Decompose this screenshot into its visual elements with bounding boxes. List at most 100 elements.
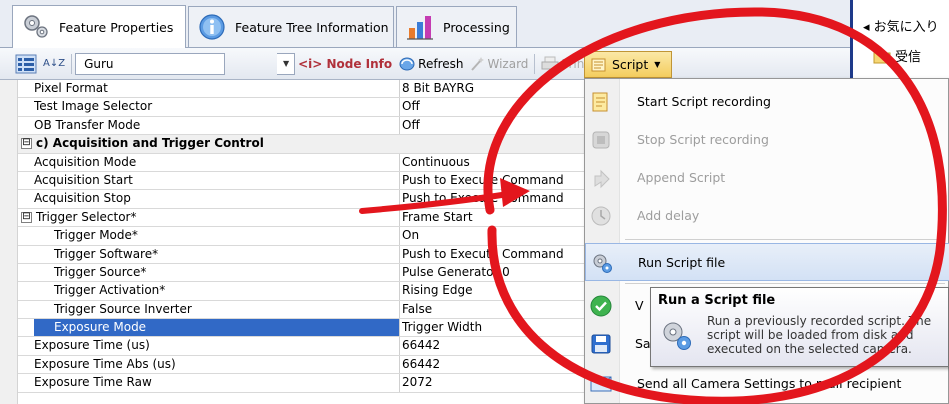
property-row[interactable]: Exposure Mode Trigger Width (18, 319, 603, 338)
property-name-text: Trigger Source Inverter (54, 301, 192, 316)
menu-item-append-script[interactable]: Append Script (585, 159, 949, 197)
tab-label: Feature Tree Information (235, 19, 389, 35)
property-name-text: Test Image Selector (34, 99, 153, 114)
clock-icon (591, 206, 611, 226)
toolbar-separator (71, 53, 73, 74)
processing-chart-icon (407, 16, 433, 40)
property-row[interactable]: Exposure Time Abs (us) 66442 (18, 355, 603, 375)
property-name-text: Acquisition Start (34, 172, 133, 187)
property-value[interactable]: Off (402, 117, 602, 134)
favorites-header[interactable]: ◂ お気に入り (863, 16, 939, 35)
property-value[interactable]: 66442 (402, 337, 602, 354)
node-info-button[interactable]: <i> Node Info (295, 52, 395, 76)
script-menu-button[interactable]: Script ▼ (584, 51, 672, 78)
menu-item-start-script-recording[interactable]: Start Script recording (585, 83, 949, 121)
script-label: Script (612, 57, 649, 72)
property-value[interactable]: 2072 (402, 374, 602, 391)
menu-item-run-script-file[interactable]: Run Script file (585, 243, 949, 281)
property-value[interactable]: Off (402, 98, 602, 115)
inbox-label: 受信 (895, 50, 922, 65)
property-row[interactable]: Trigger Source Inverter False (18, 300, 603, 320)
property-row[interactable]: Acquisition Mode Continuous (18, 153, 603, 172)
menu-item-send-settings-mail[interactable]: Send all Camera Settings to mail recipie… (585, 365, 949, 403)
category-row[interactable]: ⊟ c) Acquisition and Trigger Control (18, 135, 603, 154)
gears-icon (24, 15, 48, 38)
folder-icon (873, 50, 891, 63)
property-name: Trigger Activation* (34, 282, 400, 300)
menu-item-label: Send all Camera Settings to mail recipie… (637, 376, 902, 391)
property-name-text: Trigger Mode* (54, 228, 138, 243)
visibility-select[interactable]: Guru (75, 52, 226, 75)
property-value[interactable]: Trigger Width (402, 319, 602, 336)
property-row[interactable]: ⊟ Trigger Selector* Frame Start (18, 208, 603, 228)
property-value[interactable]: Pulse Generator 0 (402, 264, 602, 281)
sort-az-icon: A↓Z (43, 57, 66, 69)
save-icon (591, 334, 611, 354)
info-icon (199, 14, 225, 40)
property-row[interactable]: Test Image Selector Off (18, 98, 603, 117)
visibility-dropdown-button[interactable]: ▼ (277, 52, 296, 75)
menu-item-stop-script-recording[interactable]: Stop Script recording (585, 121, 949, 159)
property-row[interactable]: OB Transfer Mode Off (18, 116, 603, 136)
menu-item-label: Start Script recording (637, 94, 771, 109)
property-name-text: Acquisition Stop (34, 191, 131, 206)
tab-label: Feature Properties (59, 19, 174, 35)
property-name-text: Exposure Time Abs (us) (34, 356, 176, 371)
categorized-icon (15, 54, 37, 73)
property-name: Trigger Mode* (34, 227, 400, 245)
property-value[interactable]: 8 Bit BAYRG (402, 80, 602, 97)
alphabetical-sort-button[interactable]: A↓Z (40, 52, 68, 76)
gears-icon (593, 254, 612, 273)
scroll-icon (592, 92, 608, 112)
refresh-label: Refresh (418, 56, 464, 71)
menu-separator (625, 283, 945, 284)
grid-gutter (0, 80, 18, 404)
property-value[interactable]: Continuous (402, 154, 602, 171)
tab-feature-tree-information[interactable]: Feature Tree Information (188, 6, 394, 47)
property-name-text: Exposure Time (us) (34, 338, 150, 353)
visibility-value: Guru (84, 56, 114, 71)
menu-item-add-delay[interactable]: Add delay (585, 197, 949, 235)
property-row[interactable]: Exposure Time (us) 66442 (18, 337, 603, 356)
property-value[interactable]: Push to Execute Command (402, 246, 602, 263)
tab-processing[interactable]: Processing (396, 6, 517, 47)
property-value[interactable]: Push to Execute Command (402, 172, 602, 189)
property-row[interactable]: Acquisition Start Push to Execute Command (18, 171, 603, 191)
property-name: Trigger Software* (34, 245, 400, 263)
property-row[interactable]: Trigger Source* Pulse Generator 0 (18, 263, 603, 283)
property-value[interactable]: Rising Edge (402, 282, 602, 299)
categorized-view-button[interactable] (12, 52, 40, 76)
property-row[interactable]: Trigger Mode* On (18, 227, 603, 246)
refresh-button[interactable]: Refresh (395, 52, 466, 76)
tooltip-title: Run a Script file (658, 293, 776, 308)
property-name: Trigger Selector* (34, 208, 400, 227)
wizard-button[interactable]: Wizard (466, 52, 531, 76)
tab-feature-properties[interactable]: Feature Properties (12, 5, 186, 48)
mail-icon (590, 376, 612, 392)
wizard-label: Wizard (487, 56, 529, 71)
property-row[interactable]: Exposure Time Raw 2072 (18, 374, 603, 393)
menu-separator (625, 239, 945, 240)
property-row[interactable]: Trigger Activation* Rising Edge (18, 282, 603, 301)
collapse-toggle-icon[interactable]: ⊟ (21, 211, 32, 223)
script-scroll-icon (591, 58, 606, 71)
property-row[interactable]: Acquisition Stop Push to Execute Command (18, 190, 603, 209)
append-icon (594, 169, 610, 189)
property-name: Acquisition Stop (34, 190, 400, 208)
property-value[interactable]: On (402, 227, 602, 244)
property-name: Test Image Selector (34, 98, 400, 116)
property-name: OB Transfer Mode (34, 116, 400, 135)
property-value[interactable]: 66442 (402, 356, 602, 373)
property-value[interactable]: False (402, 301, 602, 318)
run-script-tooltip: Run a Script file Run a previously recor… (650, 287, 949, 367)
property-row[interactable]: Trigger Software* Push to Execute Command (18, 245, 603, 264)
property-name-text: Acquisition Mode (34, 154, 137, 169)
property-value[interactable]: Frame Start (402, 209, 602, 226)
toolbar: A↓Z Guru ▼ <i> Node Info Refresh Wizard … (0, 48, 850, 80)
tab-strip: Feature Properties Feature Tree Informat… (0, 0, 850, 48)
menu-item-label: Run Script file (638, 255, 726, 270)
menu-item-label: Sa (635, 336, 651, 351)
property-value[interactable]: Push to Execute Command (402, 190, 602, 207)
inbox-folder[interactable]: 受信 (873, 46, 921, 65)
property-row[interactable]: Pixel Format 8 Bit BAYRG (18, 80, 603, 99)
